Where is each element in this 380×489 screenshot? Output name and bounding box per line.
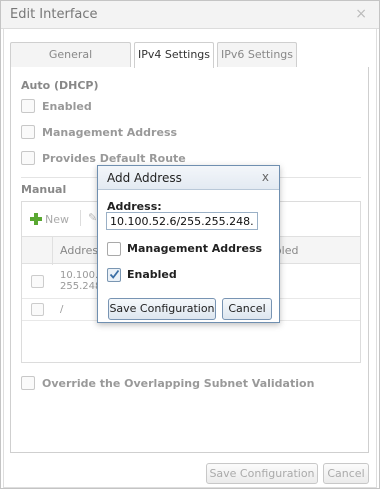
dialog-enabled-checkbox[interactable] — [107, 268, 121, 282]
toolbar-separator — [80, 210, 81, 226]
row-select-checkbox[interactable] — [31, 275, 44, 288]
tab-ipv4-settings[interactable]: IPv4 Settings — [134, 42, 214, 68]
manual-title: Manual — [21, 183, 67, 196]
cancel-button[interactable]: Cancel — [323, 463, 369, 484]
dialog-close-icon[interactable]: x — [262, 170, 269, 184]
dhcp-default-route-label: Provides Default Route — [42, 152, 186, 165]
row-select-checkbox[interactable] — [31, 303, 44, 316]
dialog-title: Add Address — [107, 171, 182, 185]
dhcp-management-address-label: Management Address — [42, 126, 178, 139]
plus-icon — [30, 213, 42, 225]
window-title: Edit Interface — [10, 7, 98, 22]
dialog-cancel-button[interactable]: Cancel — [222, 298, 272, 320]
dialog-save-configuration-button[interactable]: Save Configuration — [108, 298, 216, 320]
override-subnet-validation-label: Override the Overlapping Subnet Validati… — [42, 377, 315, 390]
row-address-line1: / — [60, 304, 64, 315]
auto-dhcp-title: Auto (DHCP) — [21, 79, 99, 92]
dialog-title-bar: Add Address x — [98, 166, 279, 190]
new-button-label: New — [45, 213, 69, 226]
dialog-management-address-label: Management Address — [127, 242, 263, 255]
tab-general-configuration[interactable]: General Configuration — [10, 42, 131, 85]
dhcp-enabled-checkbox[interactable] — [21, 99, 35, 113]
dialog-enabled-label: Enabled — [127, 268, 177, 281]
pencil-icon[interactable]: ✎ — [88, 211, 97, 224]
dhcp-enabled-label: Enabled — [42, 100, 92, 113]
window-close-icon[interactable]: × — [355, 6, 367, 22]
add-address-dialog: Add Address x Address: Management Addres… — [97, 165, 280, 323]
save-configuration-button[interactable]: Save Configuration — [206, 463, 318, 484]
override-subnet-validation-checkbox[interactable] — [21, 376, 35, 390]
dhcp-default-route-checkbox[interactable] — [21, 151, 35, 165]
new-address-button[interactable]: New — [30, 211, 69, 226]
checkmark-icon — [109, 269, 120, 279]
dhcp-management-address-checkbox[interactable] — [21, 125, 35, 139]
window-title-bar: Edit Interface × — [1, 1, 379, 29]
tab-ipv6-settings[interactable]: IPv6 Settings — [217, 42, 297, 67]
address-input[interactable] — [106, 212, 258, 230]
grid-column-separator — [52, 237, 53, 265]
dialog-management-address-checkbox[interactable] — [107, 242, 121, 256]
